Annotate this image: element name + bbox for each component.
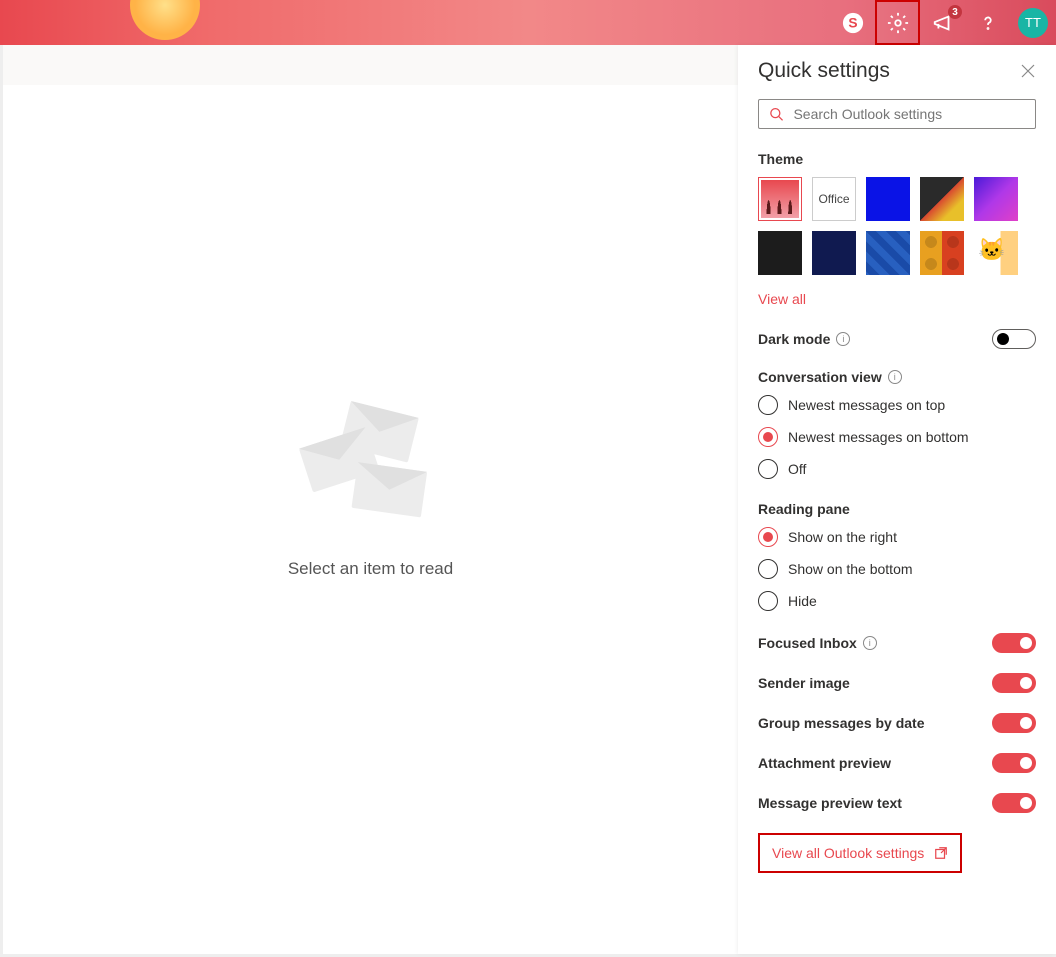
search-field[interactable] — [793, 106, 1025, 122]
theme-blocks[interactable] — [920, 231, 964, 275]
theme-office[interactable]: Office — [812, 177, 856, 221]
close-icon[interactable] — [1020, 63, 1036, 79]
sunset-decoration — [130, 0, 200, 40]
theme-purple[interactable] — [974, 177, 1018, 221]
notification-badge: 3 — [948, 5, 962, 19]
user-avatar[interactable]: TT — [1018, 8, 1048, 38]
info-icon[interactable]: i — [836, 332, 850, 346]
focused-inbox-toggle[interactable] — [992, 633, 1036, 653]
main-content: Select an item to read — [3, 45, 738, 954]
theme-blue[interactable] — [866, 177, 910, 221]
group-by-date-toggle[interactable] — [992, 713, 1036, 733]
conversation-view-label: Conversation view i — [758, 369, 1036, 385]
conversation-view-options: Newest messages on top Newest messages o… — [758, 395, 1036, 479]
sender-image-label: Sender image — [758, 675, 850, 691]
skype-icon[interactable]: S — [830, 0, 875, 45]
theme-geometric[interactable] — [920, 177, 964, 221]
search-icon — [769, 106, 783, 122]
message-preview-label: Message preview text — [758, 795, 902, 811]
conv-off[interactable]: Off — [758, 459, 1036, 479]
conv-newest-bottom[interactable]: Newest messages on bottom — [758, 427, 1036, 447]
info-icon[interactable]: i — [863, 636, 877, 650]
header-bar: S 3 TT — [0, 0, 1056, 45]
theme-sunset[interactable] — [758, 177, 802, 221]
dark-mode-toggle[interactable] — [992, 329, 1036, 349]
attachment-preview-label: Attachment preview — [758, 755, 891, 771]
reading-pane-options: Show on the right Show on the bottom Hid… — [758, 527, 1036, 611]
info-icon[interactable]: i — [888, 370, 902, 384]
sender-image-toggle[interactable] — [992, 673, 1036, 693]
empty-state: Select an item to read — [288, 410, 453, 578]
theme-grid: Office — [758, 177, 1036, 275]
view-all-settings-link[interactable]: View all Outlook settings — [758, 833, 962, 873]
empty-message: Select an item to read — [288, 558, 453, 578]
help-icon[interactable] — [965, 0, 1010, 45]
attachment-preview-toggle[interactable] — [992, 753, 1036, 773]
theme-cat[interactable] — [974, 231, 1018, 275]
search-settings-input[interactable] — [758, 99, 1036, 129]
panel-title: Quick settings — [758, 59, 890, 83]
envelope-illustration — [301, 410, 441, 530]
settings-gear-icon[interactable] — [875, 0, 920, 45]
megaphone-icon[interactable]: 3 — [920, 0, 965, 45]
theme-blueprint[interactable] — [866, 231, 910, 275]
focused-inbox-label: Focused Inbox i — [758, 635, 877, 651]
group-by-date-label: Group messages by date — [758, 715, 925, 731]
reading-pane-label: Reading pane — [758, 501, 1036, 517]
quick-settings-panel: Quick settings Theme Office View all Dar… — [738, 45, 1056, 954]
message-preview-toggle[interactable] — [992, 793, 1036, 813]
theme-black[interactable] — [758, 231, 802, 275]
reading-right[interactable]: Show on the right — [758, 527, 1036, 547]
theme-label: Theme — [758, 151, 1036, 167]
reading-hide[interactable]: Hide — [758, 591, 1036, 611]
conv-newest-top[interactable]: Newest messages on top — [758, 395, 1036, 415]
theme-navy[interactable] — [812, 231, 856, 275]
open-icon — [934, 846, 948, 860]
dark-mode-label: Dark mode i — [758, 331, 850, 347]
svg-text:S: S — [848, 15, 857, 30]
view-all-themes-link[interactable]: View all — [758, 291, 806, 307]
reading-bottom[interactable]: Show on the bottom — [758, 559, 1036, 579]
